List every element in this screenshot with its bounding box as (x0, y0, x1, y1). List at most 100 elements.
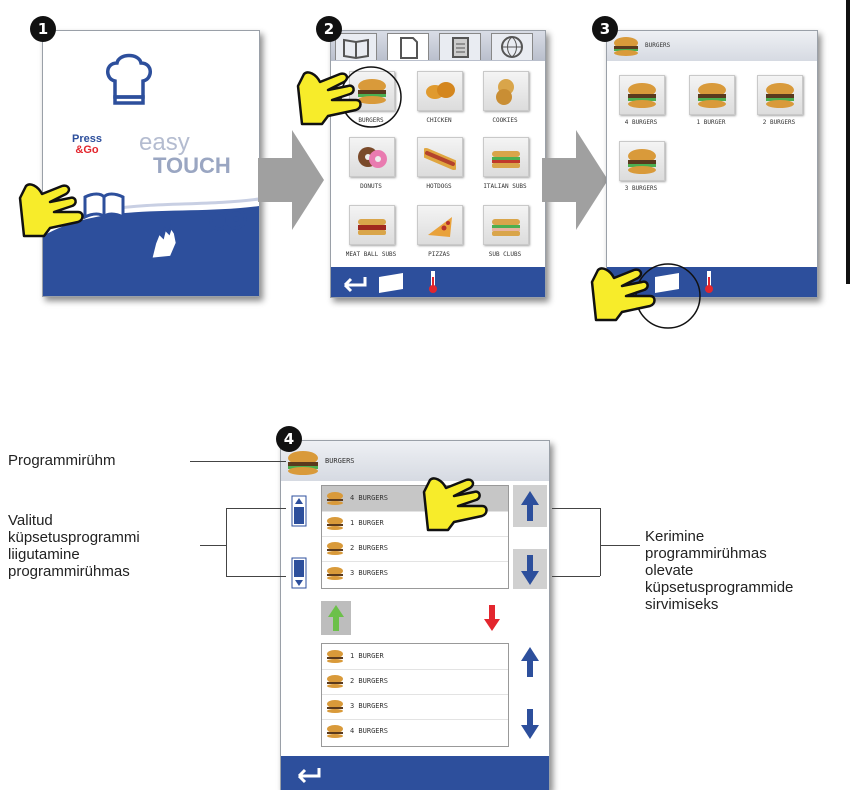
bracket-line (552, 576, 600, 577)
arrow-up-icon (521, 647, 539, 677)
recipe-book-icon[interactable] (375, 267, 411, 297)
group-header: BURGERS (281, 441, 549, 481)
tab-book[interactable] (335, 33, 377, 60)
hotdog-icon (424, 148, 456, 170)
step-badge-2: 2 (316, 16, 342, 42)
scroll-down-button[interactable] (513, 549, 547, 589)
list-item-label: 4 BURGERS (350, 727, 388, 735)
group-title: BURGERS (645, 42, 671, 49)
caption-line: liigutamine (8, 546, 80, 563)
scroll-up-button[interactable] (513, 485, 547, 527)
settings-dials-icon[interactable] (208, 206, 248, 236)
chef-hat-icon[interactable] (103, 51, 155, 107)
burger-icon (766, 83, 794, 108)
tile-pizzas[interactable] (417, 205, 463, 245)
program-tile[interactable] (689, 75, 735, 115)
sub-icon (492, 151, 520, 168)
caption-line: programmirühmas (645, 545, 767, 562)
program-label: 3 BURGERS (624, 185, 658, 192)
burger-icon (327, 492, 343, 505)
program-label: 4 BURGERS (624, 119, 658, 126)
screen-2-categories: BURGERS CHICKEN COOKIES DONUTS HOTDOGS I… (330, 30, 546, 298)
caption-line: Kerimine (645, 528, 705, 545)
burger-icon (628, 149, 656, 174)
caption-line: küpsetusprogrammide (645, 579, 794, 596)
tile-italian-subs[interactable] (483, 137, 529, 177)
green-arrow-up-icon (328, 605, 344, 631)
tile-sub-clubs[interactable] (483, 205, 529, 245)
list-item[interactable]: 3 BURGERS (322, 561, 508, 586)
move-up-icon[interactable] (291, 495, 307, 527)
tab-globe[interactable] (491, 33, 533, 60)
recipe-book-icon[interactable] (81, 191, 127, 221)
arrow-up-icon (521, 491, 539, 521)
back-arrow-icon[interactable] (287, 756, 327, 790)
burger-icon (327, 725, 343, 738)
back-arrow-icon[interactable] (335, 267, 371, 297)
list-item[interactable]: 1 BURGER (322, 644, 508, 670)
burger-icon (288, 451, 318, 475)
list-item[interactable]: 2 BURGERS (322, 669, 508, 695)
list-item-label: 2 BURGERS (350, 544, 388, 552)
tab-page[interactable] (387, 33, 429, 60)
thermometer-icon[interactable] (699, 267, 719, 297)
list-item-label: 2 BURGERS (350, 677, 388, 685)
caption-program-group: Programmirühm (8, 452, 116, 469)
program-tile[interactable] (619, 141, 665, 181)
list-item-label: 3 BURGERS (350, 569, 388, 577)
tile-donuts[interactable] (349, 137, 395, 177)
caption-line: küpsetusprogrammi (8, 529, 140, 546)
tile-hotdogs[interactable] (417, 137, 463, 177)
screen-4-program-group-editor: BURGERS 4 BURGERS 1 BURGER 2 BURGERS 3 B… (280, 440, 550, 790)
program-tile[interactable] (619, 75, 665, 115)
transfer-down-button[interactable] (477, 601, 507, 635)
screen-1-home: Press &Go easy TOUCH (42, 30, 260, 297)
chicken-icon (426, 82, 455, 99)
thermometer-icon[interactable] (423, 267, 443, 297)
press-go-logo[interactable]: Press &Go (67, 134, 107, 156)
menu-tab-bar (331, 31, 545, 61)
bracket-line (600, 508, 601, 576)
step-arrow-1 (258, 130, 324, 230)
list-item[interactable]: 2 BURGERS (322, 536, 508, 562)
move-down-icon[interactable] (291, 557, 307, 589)
cleaning-hand-icon[interactable] (143, 223, 183, 263)
caption-line: sirvimiseks (645, 596, 719, 613)
step-badge-3: 3 (592, 16, 618, 42)
program-tile[interactable] (757, 75, 803, 115)
touch-text: TOUCH (153, 153, 231, 178)
pointing-hand-icon (422, 477, 488, 532)
tile-meat-ball-subs[interactable] (349, 205, 395, 245)
all-programs-list: 1 BURGER 2 BURGERS 3 BURGERS 4 BURGERS (321, 643, 509, 747)
bracket-line (226, 576, 286, 577)
tile-label: COOKIES (492, 117, 518, 124)
step-badge-1: 1 (30, 16, 56, 42)
bracket-line (226, 508, 227, 576)
list-item[interactable]: 3 BURGERS (322, 694, 508, 720)
pointing-hand-icon (18, 183, 84, 238)
book-icon (343, 38, 369, 60)
tile-label: DONUTS (360, 183, 382, 190)
scroll-up-button[interactable] (513, 643, 547, 683)
burger-icon (698, 83, 726, 108)
globe-icon (501, 36, 523, 58)
burger-icon (327, 567, 343, 580)
tile-chicken[interactable] (417, 71, 463, 111)
transfer-up-button[interactable] (321, 601, 351, 635)
list-item[interactable]: 4 BURGERS (322, 719, 508, 744)
red-arrow-down-icon (484, 605, 500, 631)
bracket-line (600, 545, 640, 546)
tile-label: CHICKEN (426, 117, 452, 124)
burger-icon (327, 700, 343, 713)
group-title: BURGERS (325, 457, 355, 465)
list-item-label: 3 BURGERS (350, 702, 388, 710)
tile-label: SUB CLUBS (488, 251, 522, 258)
tile-cookies[interactable] (483, 71, 529, 111)
screen-3-programs: BURGERS 4 BURGERS 1 BURGER 2 BURGERS 3 B… (606, 30, 818, 298)
pointing-hand-icon (590, 267, 656, 322)
easy-touch-logo[interactable]: easy TOUCH (139, 131, 249, 177)
page-edge-bar (846, 0, 850, 284)
bottom-bar (331, 267, 545, 297)
tab-list[interactable] (439, 33, 481, 60)
scroll-down-button[interactable] (513, 703, 547, 743)
